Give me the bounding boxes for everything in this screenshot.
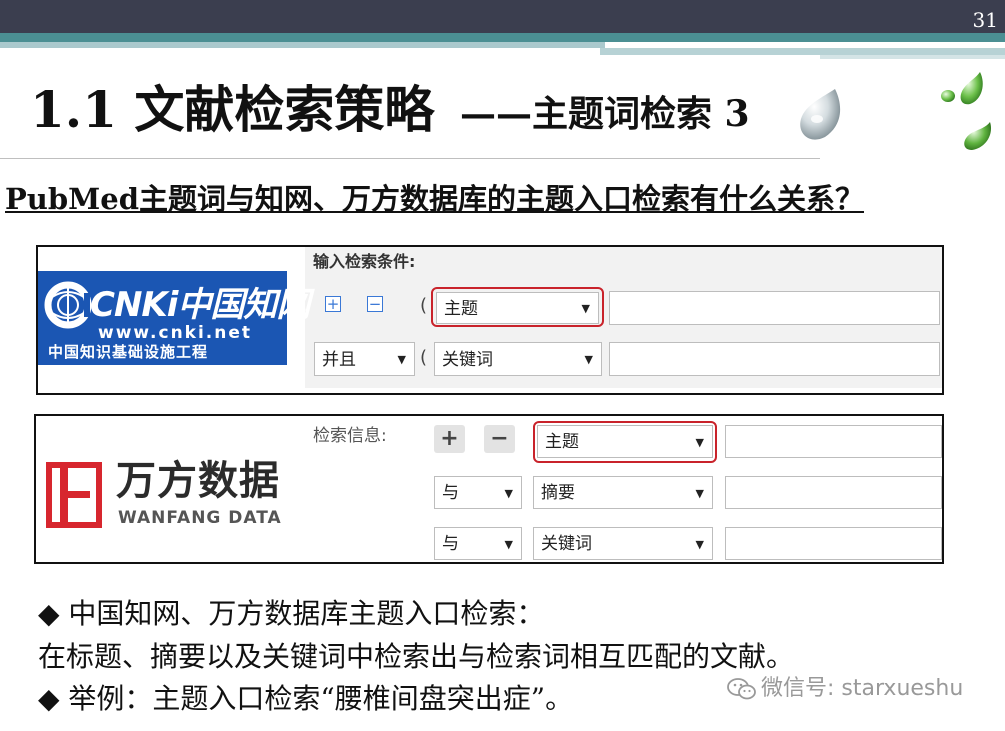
wanfang-logo: 万方数据 WANFANG DATA	[46, 458, 296, 532]
wanfang-field-select-2[interactable]: 摘要 ▼	[533, 476, 713, 509]
body-bullet-2: ◆ 举例：主题入口检索“腰椎间盘突出症”。	[38, 682, 574, 715]
chevron-down-icon: ▼	[504, 487, 513, 500]
cnki-subtitle-text: 中国知识基础设施工程	[48, 343, 209, 361]
wanfang-form-label: 检索信息:	[313, 426, 387, 446]
wanfang-add-row-button[interactable]: +	[434, 425, 465, 453]
chevron-down-icon: ▼	[581, 302, 590, 315]
cnki-remove-row-button[interactable]: −	[367, 296, 383, 312]
chevron-down-icon: ▼	[584, 353, 593, 366]
cnki-search-input-2[interactable]	[609, 342, 940, 376]
cnki-field-select-1[interactable]: 主题 ▼	[436, 292, 599, 324]
wanfang-logic-select-2[interactable]: 与 ▼	[434, 527, 522, 560]
wanfang-field-select-1-value: 主题	[545, 432, 579, 452]
chevron-down-icon: ▼	[695, 487, 704, 500]
cnki-brand-text: CNKi中国知网	[90, 285, 310, 325]
cnki-url-text: www.cnki.net	[98, 323, 253, 343]
cnki-form-label: 输入检索条件:	[313, 252, 416, 271]
header-light-bar	[0, 42, 605, 48]
header-light-bar-3	[820, 55, 1005, 59]
wanfang-logo-en: WANFANG DATA	[118, 508, 282, 528]
cnki-logic-select[interactable]: 并且 ▼	[314, 342, 415, 376]
title-divider	[0, 158, 820, 159]
watermark-text: 微信号: starxueshu	[761, 676, 964, 701]
wanfang-logic-select-1-value: 与	[442, 483, 459, 503]
wanfang-remove-row-button[interactable]: −	[484, 425, 515, 453]
wanfang-field-select-3-value: 关键词	[541, 534, 592, 554]
cnki-paren-2: (	[420, 347, 428, 368]
slide-title: 1.1 文献检索策略	[30, 80, 435, 139]
wechat-watermark: 微信号: starxueshu	[727, 674, 963, 704]
cnki-field-select-2-value: 关键词	[442, 350, 493, 370]
cnki-field-select-1-value: 主题	[444, 299, 478, 319]
wanfang-field-select-3[interactable]: 关键词 ▼	[533, 527, 713, 560]
chevron-down-icon: ▼	[695, 436, 704, 449]
wanfang-logo-cn: 万方数据	[116, 458, 280, 504]
question-heading: PubMed主题词与知网、万方数据库的主题入口检索有什么关系？	[5, 182, 864, 216]
cnki-logo: CNKi中国知网 www.cnki.net 中国知识基础设施工程	[38, 271, 310, 365]
wanfang-search-input-1[interactable]	[725, 425, 942, 458]
body-line-2: 在标题、摘要以及关键词中检索出与检索词相互匹配的文献。	[38, 640, 795, 673]
chevron-down-icon: ▼	[397, 353, 406, 366]
wechat-icon	[727, 678, 756, 700]
chevron-down-icon: ▼	[504, 538, 513, 551]
leaf-drop-icon-small	[964, 122, 992, 150]
wanfang-search-input-2[interactable]	[725, 476, 942, 509]
water-drop-icon	[800, 89, 841, 140]
wanfang-search-input-3[interactable]	[725, 527, 942, 560]
cnki-add-row-button[interactable]: +	[325, 296, 341, 312]
header-accent-bar	[0, 33, 1005, 42]
cnki-logic-select-value: 并且	[322, 350, 356, 370]
chevron-down-icon: ▼	[695, 538, 704, 551]
wanfang-field-select-2-value: 摘要	[541, 483, 575, 503]
page-number: 31	[972, 8, 998, 32]
wanfang-logic-select-2-value: 与	[442, 534, 459, 554]
header-light-bar-2	[600, 48, 1005, 55]
cnki-search-input-1[interactable]	[609, 291, 940, 325]
wanfang-logo-mark	[46, 462, 102, 528]
body-bullet-1: ◆ 中国知网、万方数据库主题入口检索：	[38, 597, 545, 630]
leaf-drop-icon	[941, 72, 983, 105]
wanfang-logic-select-1[interactable]: 与 ▼	[434, 476, 522, 509]
wanfang-field-select-1[interactable]: 主题 ▼	[537, 425, 713, 458]
cnki-paren-1: (	[420, 295, 428, 316]
slide-subtitle: ——主题词检索 3	[460, 93, 750, 135]
header-bar	[0, 0, 1005, 33]
cnki-field-select-2[interactable]: 关键词 ▼	[434, 342, 602, 376]
